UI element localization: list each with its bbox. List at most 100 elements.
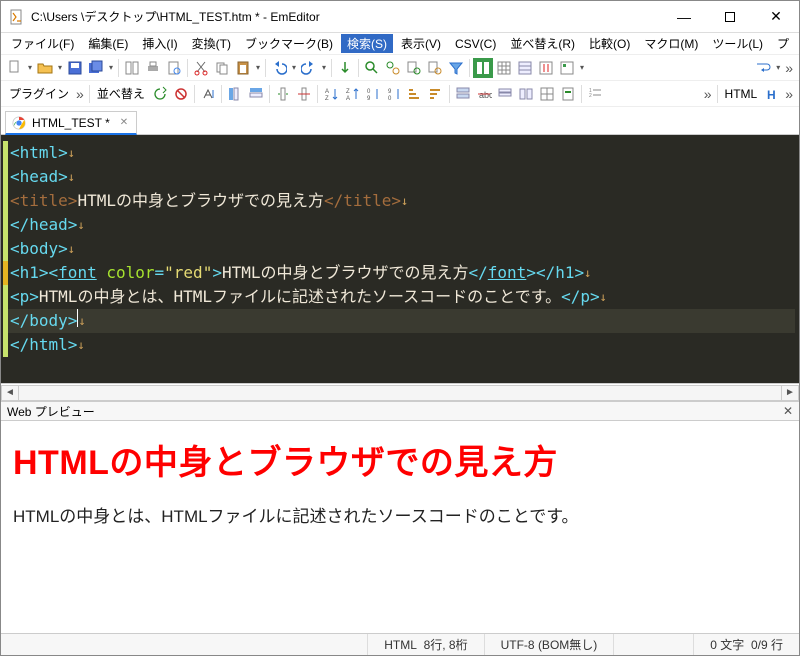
sort-09-desc-button[interactable]: 90 [384,84,404,104]
minimize-button[interactable]: — [661,1,707,33]
sort-az-asc-button[interactable]: AZ [321,84,341,104]
menu-bookmark[interactable]: ブックマーク(B) [239,34,339,53]
web-preview: HTMLの中身とブラウザでの見え方 HTMLの中身とは、HTMLファイルに記述さ… [1,421,799,633]
sort-overflow[interactable]: » [702,86,714,102]
status-empty [613,634,693,655]
horizontal-scrollbar[interactable]: ◄ ► [1,383,799,401]
sort-len-desc-button[interactable] [426,84,446,104]
window-title: C:\Users \デスクトップ\HTML_TEST.htm * - EmEdi… [31,8,661,25]
new-file-button[interactable] [5,58,25,78]
svg-text:Z: Z [325,96,329,102]
combine-lines-button[interactable] [516,84,536,104]
menu-macro[interactable]: マクロ(M) [638,34,704,53]
code-line: <title>HTMLの中身とブラウザでの見え方</title>↓ [3,189,795,213]
normal-mode-button[interactable] [494,58,514,78]
print-preview-button[interactable] [164,58,184,78]
status-encoding[interactable]: UTF-8 (BOM無し) [484,634,614,655]
sort-az-desc-button[interactable]: ZA [342,84,362,104]
svg-text:H: H [767,88,776,102]
filter-button[interactable] [446,58,466,78]
toolbar-overflow-indicator[interactable]: » [783,60,795,76]
save-all-button[interactable] [86,58,106,78]
tab-close-button[interactable]: ✕ [120,117,128,128]
status-selection[interactable]: 0 文字 0/9 行 [693,634,799,655]
cell-mode-button[interactable] [515,58,535,78]
find-in-files-button[interactable] [404,58,424,78]
insert-col-button[interactable] [273,84,293,104]
undo-dropdown[interactable]: ▾ [290,58,298,78]
sort-narrowing-button[interactable] [171,84,191,104]
svg-text:0: 0 [367,89,371,95]
dup-remove-button[interactable]: abc [474,84,494,104]
menu-search[interactable]: 検索(S) [341,34,393,53]
pivot-button[interactable] [537,84,557,104]
sort-len-asc-button[interactable] [405,84,425,104]
editor-area: <html>↓ <head>↓ <title>HTMLの中身とブラウザでの見え方… [1,135,799,401]
plugins-overflow[interactable]: » [74,86,86,102]
titlebar: C:\Users \デスクトップ\HTML_TEST.htm * - EmEdi… [1,1,799,33]
compare-button[interactable] [122,58,142,78]
open-file-button[interactable] [35,58,55,78]
document-tab[interactable]: HTML_TEST * ✕ [5,111,137,135]
copy-button[interactable] [212,58,232,78]
cut-button[interactable] [191,58,211,78]
menu-file[interactable]: ファイル(F) [5,34,80,53]
sort-09-asc-button[interactable]: 09 [363,84,383,104]
redo-dropdown[interactable]: ▾ [320,58,328,78]
extract-button[interactable] [558,84,578,104]
maximize-button[interactable] [707,1,753,33]
row-select-button[interactable] [246,84,266,104]
print-button[interactable] [143,58,163,78]
sort-refresh-button[interactable] [150,84,170,104]
svg-text:9: 9 [367,96,371,102]
redo-button[interactable] [299,58,319,78]
replace-in-files-button[interactable] [425,58,445,78]
menu-tools[interactable]: ツール(L) [706,34,769,53]
linenum-button[interactable]: 12 [585,84,605,104]
document-tab-bar: HTML_TEST * ✕ [1,107,799,135]
new-dropdown[interactable]: ▾ [26,58,34,78]
status-lang[interactable]: HTML 8行, 8桁 [367,634,483,655]
menu-sort[interactable]: 並べ替え(R) [504,34,581,53]
menu-view[interactable]: 表示(V) [395,34,447,53]
svg-text:abc: abc [479,90,492,100]
scroll-track[interactable] [19,385,781,401]
scroll-right-button[interactable]: ► [781,385,799,401]
preview-close-button[interactable]: ✕ [783,404,793,418]
csv-converter-button[interactable] [473,58,493,78]
wrap-button[interactable] [753,58,773,78]
find-button[interactable] [362,58,382,78]
open-dropdown[interactable]: ▾ [56,58,64,78]
dup-lines-button[interactable] [453,84,473,104]
close-button[interactable]: ✕ [753,1,799,33]
menu-csv[interactable]: CSV(C) [449,36,502,52]
sort-asc-button[interactable] [198,84,218,104]
delete-col-button[interactable] [294,84,314,104]
jump-button[interactable] [335,58,355,78]
col-select-button[interactable] [225,84,245,104]
svg-text:2: 2 [589,93,592,99]
preview-paragraph: HTMLの中身とは、HTMLファイルに記述されたソースコードのことです。 [13,502,787,527]
csv-dropdown[interactable]: ▾ [578,58,586,78]
paste-button[interactable] [233,58,253,78]
save-button[interactable] [65,58,85,78]
paste-dropdown[interactable]: ▾ [254,58,262,78]
wrap-dropdown[interactable]: ▾ [774,58,782,78]
menu-insert[interactable]: 挿入(I) [136,34,183,53]
replace-button[interactable] [383,58,403,78]
code-editor[interactable]: <html>↓ <head>↓ <title>HTMLの中身とブラウザでの見え方… [1,135,799,383]
menu-convert[interactable]: 変換(T) [186,34,237,53]
menu-more[interactable]: プ [771,34,795,53]
save-dropdown[interactable]: ▾ [107,58,115,78]
csv-toolbar-button[interactable] [557,58,577,78]
csv-sep-button[interactable] [536,58,556,78]
undo-button[interactable] [269,58,289,78]
menu-edit[interactable]: 編集(E) [82,34,134,53]
menu-compare[interactable]: 比較(O) [583,34,636,53]
scroll-left-button[interactable]: ◄ [1,385,19,401]
config-bold-button[interactable]: H [762,84,782,104]
svg-text:A: A [346,96,350,102]
count-lines-button[interactable] [495,84,515,104]
svg-text:9: 9 [388,89,392,95]
config-overflow[interactable]: » [783,86,795,102]
